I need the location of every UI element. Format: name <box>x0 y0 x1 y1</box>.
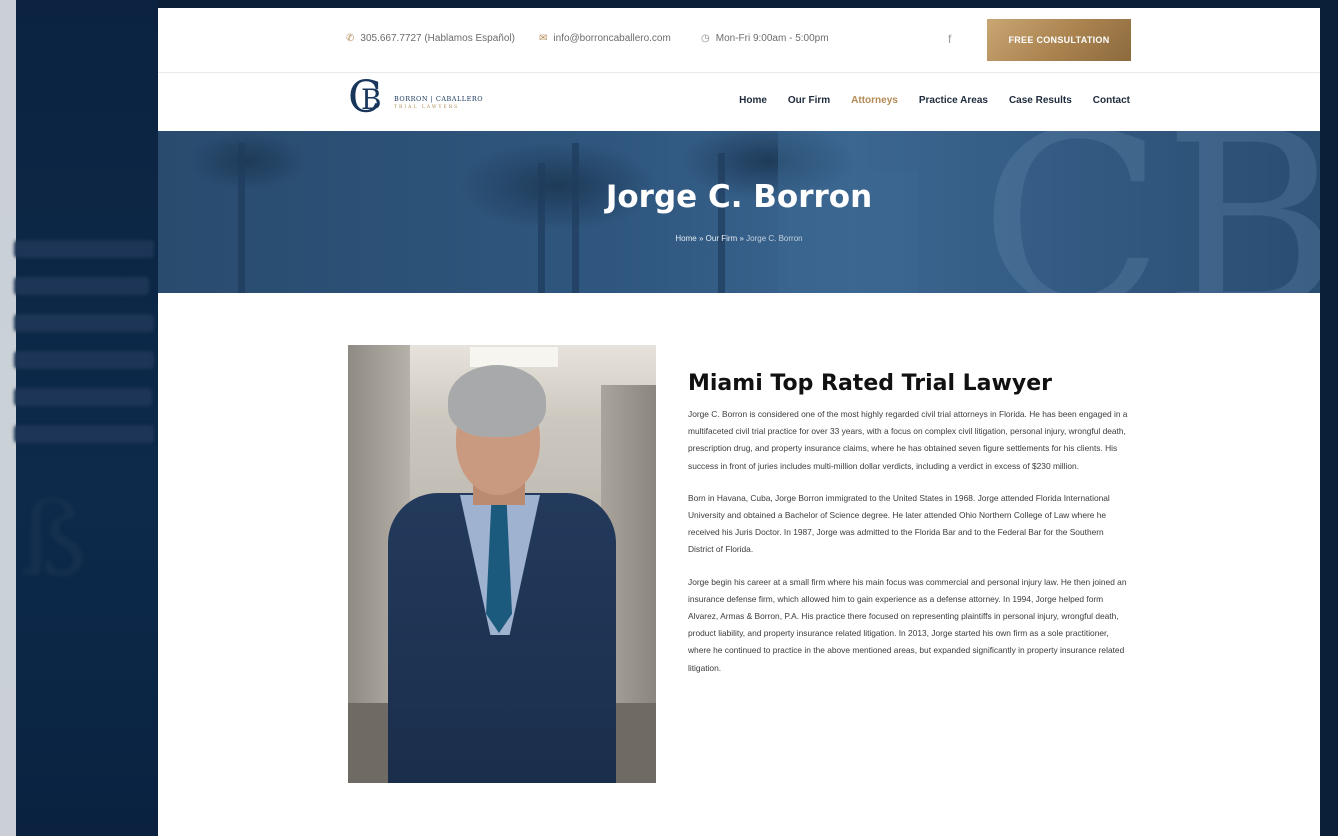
hero-palm-trunk <box>718 153 725 293</box>
envelope-icon: ✉ <box>539 33 548 44</box>
page-title: Jorge C. Borron <box>605 179 873 215</box>
page: ✆ 305.667.7727 (Hablamos Español) ✉ info@b… <box>158 8 1320 836</box>
background-page-right <box>1320 0 1338 836</box>
facebook-icon[interactable]: f <box>948 32 951 46</box>
primary-nav: Home Our Firm Attorneys Practice Areas C… <box>718 95 1130 106</box>
bio-section: Miami Top Rated Trial Lawyer Jorge C. Bo… <box>688 371 1128 692</box>
photo-light <box>470 347 558 367</box>
breadcrumb: Home » Our Firm » Jorge C. Borron <box>158 234 1320 243</box>
bio-paragraph: Jorge begin his career at a small firm w… <box>688 576 1127 673</box>
nav-item-practice-areas[interactable]: Practice Areas <box>919 95 988 106</box>
nav-item-home[interactable]: Home <box>739 95 767 106</box>
email-link[interactable]: ✉ info@borroncaballero.com <box>539 33 671 44</box>
logo-words: BORRON | CABALLERO TRIAL LAWYERS <box>394 95 483 110</box>
breadcrumb-separator: » <box>696 234 706 243</box>
nav-item-case-results[interactable]: Case Results <box>1009 95 1072 106</box>
nav-item-contact[interactable]: Contact <box>1093 95 1130 106</box>
nav-item-attorneys[interactable]: Attorneys <box>851 95 898 106</box>
bio-heading: Miami Top Rated Trial Lawyer <box>688 371 1052 396</box>
logo-mark-icon: CB <box>348 72 382 123</box>
top-contact-bar: ✆ 305.667.7727 (Hablamos Español) ✉ info@b… <box>158 8 1320 73</box>
phone-icon: ✆ <box>346 33 355 44</box>
background-page-left: ß <box>0 0 158 836</box>
hours-info: ◷ Mon-Fri 9:00am - 5:00pm <box>701 33 829 44</box>
main-navbar: CB BORRON | CABALLERO TRIAL LAWYERS Home… <box>158 73 1320 131</box>
hero-palm-trunk <box>572 143 579 293</box>
phone-link[interactable]: ✆ 305.667.7727 (Hablamos Español) <box>346 33 515 44</box>
email-text: info@borroncaballero.com <box>553 33 671 44</box>
bio-paragraph: Born in Havana, Cuba, Jorge Borron immig… <box>688 492 1110 555</box>
breadcrumb-our-firm[interactable]: Our Firm <box>706 234 738 243</box>
logo-line1: BORRON | CABALLERO <box>394 94 484 103</box>
background-blurred-text <box>14 240 158 462</box>
hours-text: Mon-Fri 9:00am - 5:00pm <box>715 33 829 44</box>
photo-hair <box>448 365 546 437</box>
breadcrumb-separator: » <box>737 234 747 243</box>
breadcrumb-home[interactable]: Home <box>675 234 696 243</box>
phone-text: 305.667.7727 (Hablamos Español) <box>360 33 515 44</box>
free-consultation-button[interactable]: FREE CONSULTATION <box>987 19 1131 61</box>
attorney-photo <box>348 345 656 783</box>
breadcrumb-current: Jorge C. Borron <box>746 234 803 243</box>
page-hero: CB Jorge C. Borron Home » Our Firm » Jor… <box>158 131 1320 293</box>
bio-paragraph: Jorge C. Borron is considered one of the… <box>688 409 1128 471</box>
site-logo[interactable]: CB BORRON | CABALLERO TRIAL LAWYERS <box>348 72 483 123</box>
nav-item-our-firm[interactable]: Our Firm <box>788 95 830 106</box>
background-top-strip <box>158 0 1320 8</box>
logo-line2: TRIAL LAWYERS <box>394 104 460 110</box>
hero-palm-trunk <box>238 143 245 293</box>
background-logo-mark: ß <box>20 481 87 598</box>
clock-icon: ◷ <box>701 33 710 44</box>
